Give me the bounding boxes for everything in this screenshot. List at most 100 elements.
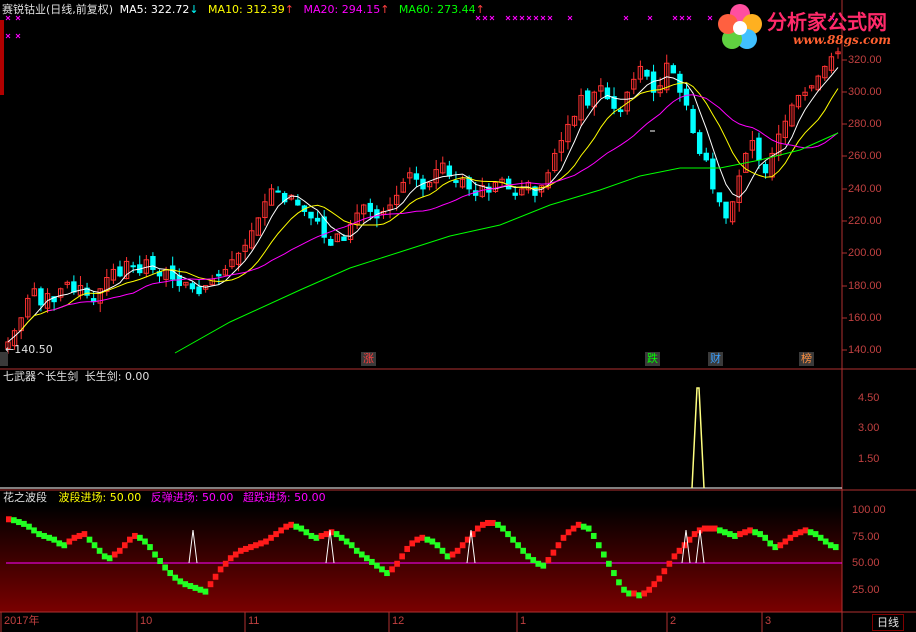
arrow-up-icon: ↑ <box>380 3 390 16</box>
wave-block <box>485 519 491 526</box>
wave-block <box>414 536 421 543</box>
ma60-value: 273.44 <box>437 3 476 16</box>
bottom-panel-legend: 花之波段 波段进场: 50.00 反弹进场: 50.00 超跌进场: 50.00 <box>3 491 326 505</box>
wave-block <box>353 547 360 554</box>
wave-block <box>217 566 224 573</box>
wave-block <box>157 558 163 564</box>
event-badge-partial[interactable] <box>0 352 8 366</box>
candle-body <box>189 283 196 290</box>
candle-body <box>341 236 347 241</box>
wave-entry-label: 波段进场: <box>58 491 107 504</box>
wave-block <box>127 536 133 543</box>
wave-block <box>152 551 158 558</box>
wave-block <box>323 531 330 538</box>
wave-block <box>434 542 441 549</box>
wave-block <box>807 529 814 536</box>
wave-block <box>399 553 405 560</box>
wave-block <box>76 532 83 539</box>
wave-block <box>444 553 451 560</box>
signal-mark <box>505 15 511 21</box>
signal-mark <box>519 15 525 21</box>
wave-block <box>283 523 289 530</box>
candle-body <box>716 192 723 203</box>
y-axis-tick-label: 1.50 <box>858 453 880 465</box>
indicator-label: 长生剑: <box>84 370 122 383</box>
signal-mark <box>567 15 573 21</box>
wave-block <box>626 590 632 597</box>
candle-body <box>604 87 611 100</box>
wave-block <box>656 575 663 582</box>
wave-block <box>147 544 153 551</box>
wave-block <box>26 523 32 530</box>
y-axis-tick-label: 50.00 <box>852 557 880 569</box>
candle-body <box>710 158 716 190</box>
left-edge-bar <box>0 20 4 95</box>
candle-body <box>762 164 769 174</box>
wave-block <box>389 566 395 573</box>
wave-block <box>575 521 582 528</box>
wave-block <box>273 531 279 538</box>
wave-block <box>510 536 516 543</box>
wave-block <box>177 578 184 585</box>
wave-block <box>338 534 345 541</box>
wave-block <box>505 531 511 538</box>
x-axis-label: 10 <box>140 615 153 627</box>
wave-block <box>56 540 63 547</box>
wave-block <box>631 590 637 597</box>
wave-block <box>187 583 194 590</box>
wave-block <box>782 538 789 545</box>
candle-body <box>308 211 314 219</box>
wave-block <box>419 534 426 541</box>
wave-block <box>449 551 456 558</box>
period-daily-button[interactable]: 日线 <box>872 614 904 631</box>
wave-block <box>454 547 461 554</box>
ma5-value: 322.72 <box>150 3 190 16</box>
wave-block <box>71 534 78 541</box>
wave-block <box>369 558 375 565</box>
wave-block <box>293 523 300 530</box>
wave-block <box>646 586 653 593</box>
signal-mark <box>707 15 713 21</box>
wave-block <box>288 521 295 528</box>
wave-block <box>585 525 592 532</box>
event-badge[interactable]: 财 <box>708 352 723 366</box>
wave-block <box>701 525 708 532</box>
oversold-entry-value: 50.00 <box>294 491 326 504</box>
flower-logo-icon <box>718 4 762 49</box>
wave-block <box>248 544 254 551</box>
wave-block <box>565 529 572 536</box>
candle-body <box>150 256 156 270</box>
wave-block <box>580 523 587 530</box>
wave-block <box>31 527 37 534</box>
x-axis-label: 1 <box>520 615 527 627</box>
wave-block <box>716 527 723 534</box>
candle-body <box>446 165 453 177</box>
moving-average-lines <box>7 67 839 354</box>
candle-body <box>196 286 202 295</box>
y-axis-tick-label: 180.00 <box>848 280 882 292</box>
candle-body <box>176 275 182 287</box>
wave-block <box>142 538 148 545</box>
candle-body <box>117 266 123 277</box>
candle-body <box>584 90 591 106</box>
wave-block <box>162 564 168 571</box>
candle-body <box>690 108 696 133</box>
wave-block <box>676 547 683 554</box>
candle-body <box>696 132 703 154</box>
event-badge[interactable]: 榜 <box>799 352 814 366</box>
candle-body <box>71 281 77 293</box>
x-axis-label: 11 <box>248 615 260 627</box>
candle-body <box>644 69 650 77</box>
wave-block <box>6 516 12 523</box>
wave-block <box>41 532 47 539</box>
mid-panel-title: 七武器^长生剑 <box>3 370 79 383</box>
y-axis-tick-label: 200.00 <box>848 247 882 259</box>
event-badge[interactable]: 跌 <box>645 352 660 366</box>
wave-block <box>36 531 42 538</box>
event-badge[interactable]: 涨 <box>361 352 376 366</box>
wave-block <box>258 540 264 547</box>
candle-body <box>617 109 624 113</box>
wave-block <box>343 538 350 545</box>
top-signal-marks <box>5 15 835 39</box>
signal-mark <box>533 15 539 21</box>
